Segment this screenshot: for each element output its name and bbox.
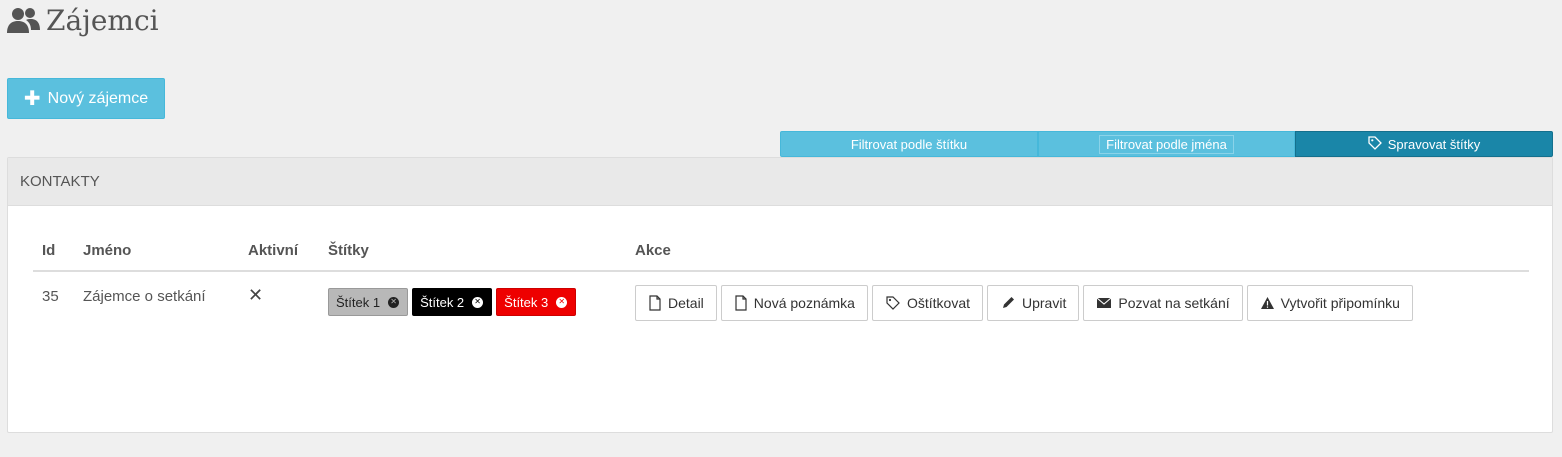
create-reminder-label: Vytvořit připomínku [1280,295,1400,311]
new-lead-label: Nový zájemce [47,89,149,107]
tag-icon [886,296,900,310]
inactive-cross-icon: ✕ [248,285,264,305]
pencil-icon [1003,297,1014,308]
tag-icon [1368,135,1382,153]
header-active: Aktivní [248,242,299,259]
header-actions: Akce [635,242,671,259]
tag-chip[interactable]: Štítek 1 ✕ [328,288,409,316]
panel-heading: KONTAKTY [8,158,1552,206]
remove-tag-icon[interactable]: ✕ [388,296,400,308]
tag-button[interactable]: Oštítkovat [871,285,983,321]
plus-icon: ✚ [23,87,41,110]
tag-label: Štítek 3 [504,294,549,310]
filter-by-name-tab[interactable]: Filtrovat podle jména [1038,131,1295,157]
tag-label: Štítek 1 [336,294,381,310]
header-tags: Štítky [328,242,369,259]
warning-icon [1260,297,1274,309]
filter-by-tag-label: Filtrovat podle štítku [850,136,968,152]
manage-tags-tab[interactable]: Spravovat štítky [1295,131,1553,157]
filter-by-name-label: Filtrovat podle jména [1099,134,1234,154]
tag-chip[interactable]: Štítek 2 ✕ [412,288,493,316]
edit-label: Upravit [1022,295,1067,311]
header-id: Id [42,242,56,259]
edit-button[interactable]: Upravit [987,285,1080,321]
page-title: Zájemci [6,4,159,37]
invite-button[interactable]: Pozvat na setkání [1083,285,1243,321]
table-header: Id Jméno Aktivní Štítky Akce [33,230,1529,272]
file-icon [649,295,661,311]
users-icon [6,5,42,37]
filter-by-tag-tab[interactable]: Filtrovat podle štítku [780,131,1038,157]
detail-label: Detail [668,295,704,311]
header-name: Jméno [83,242,132,259]
row-id: 35 [42,288,59,305]
detail-button[interactable]: Detail [635,285,717,321]
file-icon [735,295,747,311]
row-actions: Detail Nová poznámka Oštítkovat Upravit … [635,285,1413,321]
create-reminder-button[interactable]: Vytvořit připomínku [1246,285,1413,321]
remove-tag-icon[interactable]: ✕ [472,296,484,308]
row-name: Zájemce o setkání [83,288,206,305]
filter-tabs: Filtrovat podle štítku Filtrovat podle j… [780,131,1553,157]
tag-label: Štítek 2 [420,294,465,310]
manage-tags-label: Spravovat štítky [1387,136,1481,152]
tag-chip[interactable]: Štítek 3 ✕ [496,288,577,316]
invite-label: Pozvat na setkání [1118,295,1230,311]
contacts-panel: KONTAKTY Id Jméno Aktivní Štítky Akce 35… [7,157,1553,433]
envelope-icon [1097,297,1112,308]
table-row: 35 Zájemce o setkání ✕ Štítek 1 ✕ Štítek… [33,274,1529,334]
new-note-button[interactable]: Nová poznámka [720,285,868,321]
new-note-label: Nová poznámka [753,295,855,311]
tag-label: Oštítkovat [906,295,970,311]
remove-tag-icon[interactable]: ✕ [556,296,568,308]
new-lead-button[interactable]: ✚ Nový zájemce [7,78,165,119]
row-tags: Štítek 1 ✕ Štítek 2 ✕ Štítek 3 ✕ [328,288,577,316]
page-title-text: Zájemci [46,4,159,37]
